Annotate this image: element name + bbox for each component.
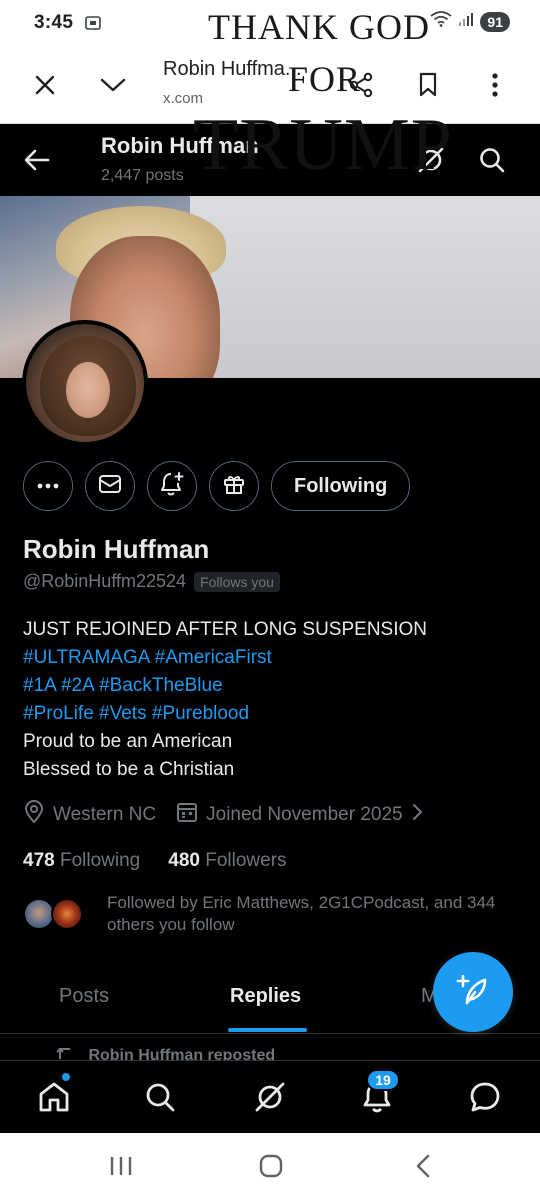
bio-hashtags[interactable]: #1A #2A #BackTheBlue	[23, 672, 523, 700]
gift-button[interactable]	[209, 461, 259, 511]
following-count-link[interactable]: 478 Following	[23, 850, 140, 872]
active-tab-indicator	[228, 1028, 307, 1032]
tab-posts[interactable]: Posts	[59, 985, 109, 1008]
home-unread-dot	[61, 1072, 71, 1082]
system-navigation-bar	[0, 1133, 540, 1200]
home-button-icon[interactable]	[256, 1151, 286, 1181]
chevron-down-icon[interactable]	[98, 70, 128, 100]
profile-avatar[interactable]	[22, 320, 148, 446]
battery-indicator: 91	[480, 11, 510, 32]
feather-plus-icon	[453, 970, 493, 1015]
banner-text-line3: TRUMP	[193, 104, 453, 186]
followers-count-link[interactable]: 480 Followers	[168, 850, 286, 872]
repost-indicator: Robin Huffman reposted	[56, 1046, 275, 1060]
messages-icon[interactable]	[467, 1079, 503, 1115]
followed-by-text: Followed by Eric Matthews, 2G1CPodcast, …	[107, 893, 496, 934]
followers-label: Followers	[205, 850, 287, 871]
notification-count-badge: 19	[366, 1069, 400, 1091]
tab-replies[interactable]: Replies	[230, 985, 301, 1008]
profile-meta: Western NC Joined November 2025	[23, 800, 443, 830]
more-vert-icon[interactable]	[480, 70, 510, 100]
back-icon[interactable]	[408, 1151, 438, 1181]
status-icons: 91	[430, 11, 510, 32]
bio-line: Blessed to be a Christian	[23, 759, 235, 780]
status-time: 3:45	[34, 12, 74, 33]
location-item: Western NC	[23, 800, 156, 830]
following-label: Following	[59, 850, 141, 871]
page-title: Robin Huffma...	[163, 58, 302, 80]
profile-bio: JUST REJOINED AFTER LONG SUSPENSION #ULT…	[23, 616, 523, 784]
bio-hashtags[interactable]: #ProLife #Vets #Pureblood	[23, 700, 523, 728]
following-count: 478	[23, 850, 55, 871]
wifi-icon	[430, 11, 452, 32]
avatar-face	[66, 362, 110, 418]
mutual-avatar	[51, 898, 83, 930]
followed-by[interactable]: Followed by Eric Matthews, 2G1CPodcast, …	[23, 892, 507, 936]
calendar-icon	[176, 801, 198, 829]
bio-line: Proud to be an American	[23, 731, 233, 752]
bell-plus-icon	[159, 471, 185, 502]
repost-icon	[56, 1047, 80, 1060]
location-pin-icon	[23, 800, 45, 830]
handle-row: @RobinHuffm22524 Follows you	[23, 571, 280, 592]
bottom-navigation	[0, 1060, 540, 1133]
gift-icon	[222, 472, 246, 501]
followers-count: 480	[168, 850, 200, 871]
repost-text: Robin Huffman reposted	[88, 1047, 276, 1060]
banner-text-line1: THANK GOD	[208, 7, 430, 47]
joined-item[interactable]: Joined November 2025	[176, 801, 423, 829]
bio-line: JUST REJOINED AFTER LONG SUSPENSION	[23, 619, 428, 640]
profile-handle: @RobinHuffm22524	[23, 571, 187, 591]
recent-apps-icon[interactable]	[106, 1151, 136, 1181]
notifications-subscribe-button[interactable]	[147, 461, 197, 511]
close-icon[interactable]	[30, 70, 60, 100]
signal-icon	[458, 12, 474, 31]
envelope-icon	[98, 473, 122, 500]
bookmark-icon[interactable]	[413, 70, 443, 100]
joined-text: Joined November 2025	[206, 804, 403, 825]
search-icon[interactable]	[477, 145, 507, 175]
follows-you-badge: Follows you	[194, 571, 280, 592]
grok-icon[interactable]	[252, 1079, 288, 1115]
following-button[interactable]: Following	[271, 461, 411, 511]
bio-hashtags[interactable]: #ULTRAMAGA #AmericaFirst	[23, 644, 523, 672]
profile-actions: Following	[23, 461, 411, 511]
profile-display-name: Robin Huffman	[23, 534, 210, 564]
banner-text-line2: FOR	[288, 59, 362, 99]
location-text: Western NC	[53, 804, 157, 825]
more-options-button[interactable]	[23, 461, 73, 511]
compose-post-button[interactable]	[433, 952, 513, 1032]
banner-sign	[190, 196, 540, 378]
chevron-right-icon	[411, 803, 423, 827]
screenshot-notification-icon	[84, 14, 102, 32]
search-icon[interactable]	[142, 1079, 178, 1115]
back-arrow-icon[interactable]	[22, 145, 52, 175]
follow-counts: 478 Following 480 Followers	[23, 850, 287, 872]
mutual-avatars	[23, 898, 93, 934]
message-button[interactable]	[85, 461, 135, 511]
header-post-count: 2,447 posts	[101, 167, 184, 184]
home-icon[interactable]	[36, 1079, 72, 1115]
